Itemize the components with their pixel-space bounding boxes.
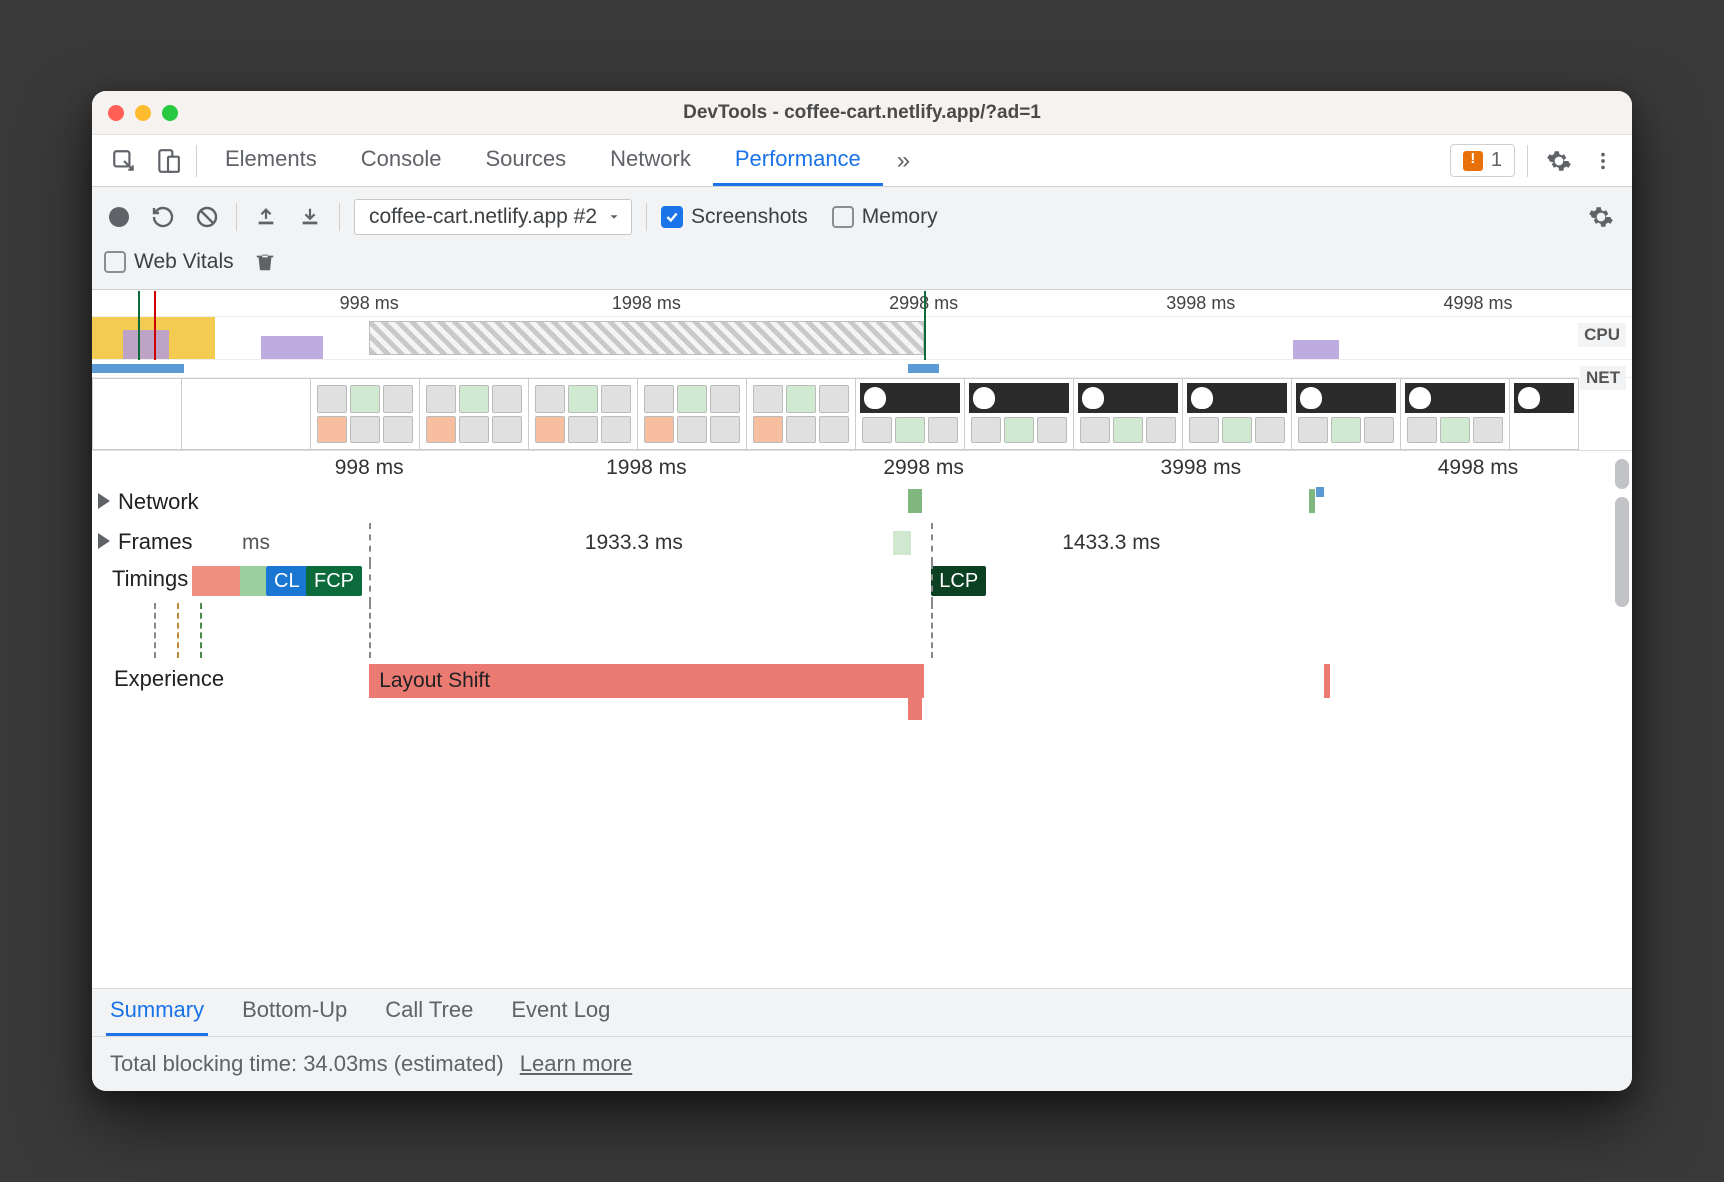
filmstrip-frame[interactable] xyxy=(855,378,965,450)
net-label: NET xyxy=(1580,366,1626,390)
kebab-menu-icon[interactable] xyxy=(1584,142,1622,180)
tab-network[interactable]: Network xyxy=(588,136,713,186)
recording-select[interactable]: coffee-cart.netlify.app #2 xyxy=(354,199,632,235)
chevron-down-icon xyxy=(607,210,621,224)
filmstrip-frame[interactable] xyxy=(1073,378,1183,450)
learn-more-link[interactable]: Learn more xyxy=(520,1051,633,1077)
total-blocking-time-text: Total blocking time: 34.03ms (estimated) xyxy=(110,1051,504,1077)
panel-tabs: Elements Console Sources Network Perform… xyxy=(203,136,924,186)
filmstrip-frame[interactable] xyxy=(637,378,747,450)
zoom-window-button[interactable] xyxy=(162,105,178,121)
memory-checkbox[interactable]: Memory xyxy=(832,205,938,229)
flame-ruler: 998 ms 1998 ms 2998 ms 3998 ms 4998 ms xyxy=(92,451,1632,483)
filmstrip-frame[interactable] xyxy=(1291,378,1401,450)
tab-performance[interactable]: Performance xyxy=(713,136,883,186)
tab-sources[interactable]: Sources xyxy=(463,136,588,186)
track-experience[interactable]: Experience Layout Shift xyxy=(92,658,1632,704)
inspect-element-icon[interactable] xyxy=(102,141,146,181)
track-timings[interactable]: Timings CL FCP LCP xyxy=(92,563,1632,603)
filmstrip[interactable] xyxy=(92,378,1632,450)
issues-counter[interactable]: 1 xyxy=(1450,144,1515,177)
performance-toolbar: coffee-cart.netlify.app #2 Screenshots M… xyxy=(92,187,1632,290)
checkbox-off-icon xyxy=(832,206,854,228)
expand-icon[interactable] xyxy=(98,533,110,549)
track-timings-spacer xyxy=(92,603,1632,658)
filmstrip-frame[interactable] xyxy=(1182,378,1292,450)
overview-net-row: NET xyxy=(92,360,1632,378)
checkbox-off-icon xyxy=(104,251,126,273)
track-experience-2 xyxy=(92,704,1632,734)
filmstrip-frame[interactable] xyxy=(1400,378,1510,450)
flame-scrollbar[interactable] xyxy=(1615,457,1629,982)
minimize-window-button[interactable] xyxy=(135,105,151,121)
tab-elements[interactable]: Elements xyxy=(203,136,339,186)
tab-console[interactable]: Console xyxy=(339,136,464,186)
cpu-label: CPU xyxy=(1578,323,1626,347)
subtab-event-log[interactable]: Event Log xyxy=(507,987,614,1036)
filmstrip-frame[interactable] xyxy=(528,378,638,450)
close-window-button[interactable] xyxy=(108,105,124,121)
more-tabs-button[interactable]: » xyxy=(883,147,924,175)
flamechart-panel[interactable]: 998 ms 1998 ms 2998 ms 3998 ms 4998 ms N… xyxy=(92,451,1632,989)
capture-settings-gear-icon[interactable] xyxy=(1582,198,1620,236)
devtools-window: DevTools - coffee-cart.netlify.app/?ad=1… xyxy=(92,91,1632,1091)
track-network[interactable]: Network xyxy=(92,483,1632,523)
warning-icon xyxy=(1463,151,1483,171)
issues-count: 1 xyxy=(1491,149,1502,172)
overview-ruler: 998 ms 1998 ms 2998 ms 3998 ms 4998 ms xyxy=(92,290,1632,316)
clear-button[interactable] xyxy=(192,202,222,232)
reload-record-button[interactable] xyxy=(148,202,178,232)
record-button[interactable] xyxy=(104,202,134,232)
titlebar: DevTools - coffee-cart.netlify.app/?ad=1 xyxy=(92,91,1632,135)
subtab-summary[interactable]: Summary xyxy=(106,987,208,1036)
recording-select-value: coffee-cart.netlify.app #2 xyxy=(369,205,597,229)
window-controls xyxy=(108,105,178,121)
devtools-tabs-bar: Elements Console Sources Network Perform… xyxy=(92,135,1632,187)
filmstrip-frame[interactable] xyxy=(964,378,1074,450)
subtab-bottom-up[interactable]: Bottom-Up xyxy=(238,987,351,1036)
timing-cls-badge[interactable]: CL xyxy=(266,566,308,596)
subtab-call-tree[interactable]: Call Tree xyxy=(381,987,477,1036)
filmstrip-frame[interactable] xyxy=(1509,378,1579,450)
timing-lcp-badge[interactable]: LCP xyxy=(931,566,986,596)
delete-recording-button[interactable] xyxy=(250,247,280,277)
overview-cpu-row: CPU ➘ xyxy=(92,316,1632,360)
details-subtabs: Summary Bottom-Up Call Tree Event Log xyxy=(92,989,1632,1037)
timing-fcp-badge[interactable]: FCP xyxy=(306,566,362,596)
device-toolbar-icon[interactable] xyxy=(146,141,190,181)
screenshots-checkbox[interactable]: Screenshots xyxy=(661,205,808,229)
summary-status: Total blocking time: 34.03ms (estimated)… xyxy=(92,1037,1632,1091)
checkbox-on-icon xyxy=(661,206,683,228)
save-profile-button[interactable] xyxy=(295,202,325,232)
timeline-overview[interactable]: 998 ms 1998 ms 2998 ms 3998 ms 4998 ms C… xyxy=(92,290,1632,451)
filmstrip-frame[interactable] xyxy=(181,378,311,450)
filmstrip-frame[interactable] xyxy=(310,378,420,450)
window-title: DevTools - coffee-cart.netlify.app/?ad=1 xyxy=(92,102,1632,124)
expand-icon[interactable] xyxy=(98,493,110,509)
web-vitals-checkbox[interactable]: Web Vitals xyxy=(104,250,234,274)
filmstrip-frame[interactable] xyxy=(746,378,856,450)
layout-shift-bar[interactable]: Layout Shift xyxy=(369,664,923,698)
load-profile-button[interactable] xyxy=(251,202,281,232)
filmstrip-frame[interactable] xyxy=(419,378,529,450)
settings-gear-icon[interactable] xyxy=(1540,142,1578,180)
filmstrip-frame[interactable] xyxy=(92,378,182,450)
track-frames[interactable]: Frames ms 1933.3 ms 1433.3 ms xyxy=(92,523,1632,563)
